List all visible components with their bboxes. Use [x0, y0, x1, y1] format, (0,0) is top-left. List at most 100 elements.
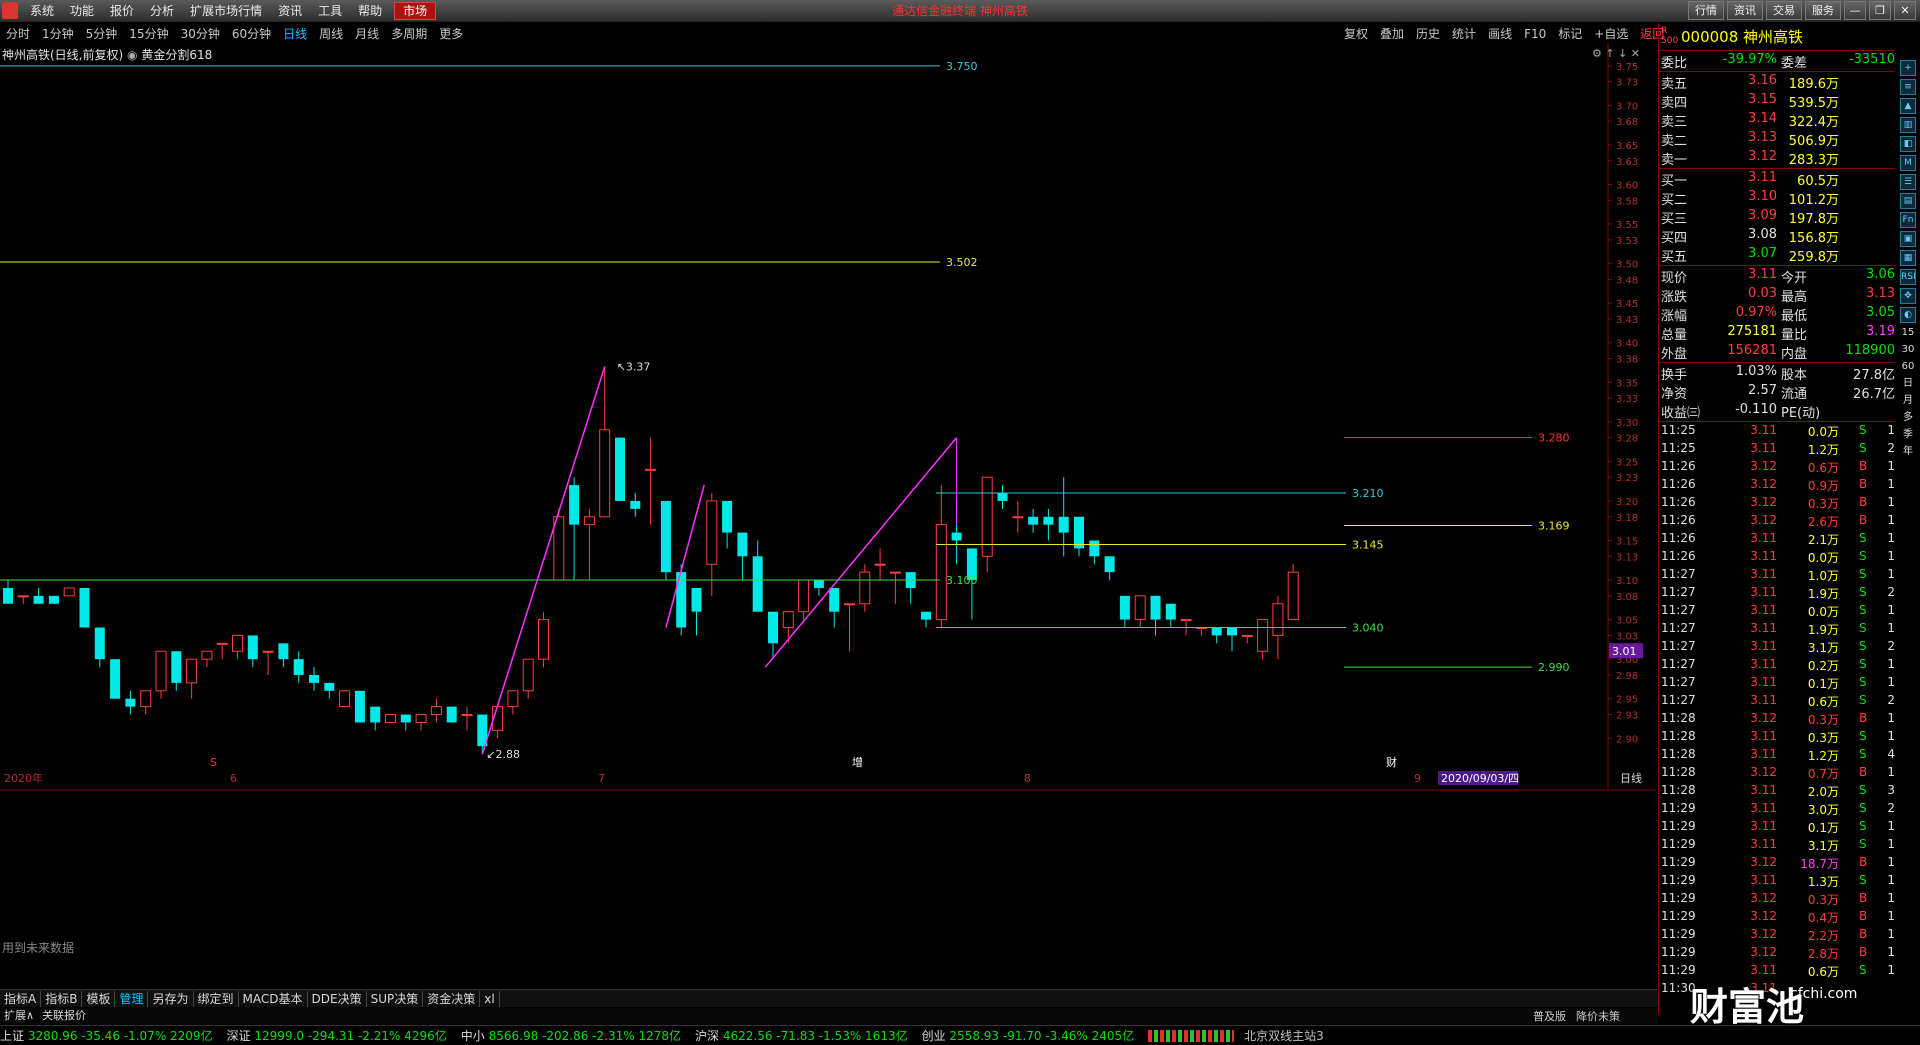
close-icon[interactable]: ✕ — [1894, 1, 1916, 20]
side-period-0[interactable]: 15 — [1898, 326, 1918, 340]
period-9[interactable]: 多周期 — [385, 24, 433, 44]
menu-item-5[interactable]: 资讯 — [270, 0, 310, 22]
index-0[interactable]: 上证 3280.96 -35.46 -1.07% 2209亿 — [0, 1027, 213, 1044]
side-period-3[interactable]: 日 — [1898, 377, 1918, 391]
restore-icon[interactable]: ❐ — [1869, 1, 1891, 20]
top-button-3[interactable]: 服务 — [1805, 1, 1841, 20]
side-icon-0[interactable]: + — [1900, 60, 1916, 76]
extension-tab-0[interactable]: 扩展∧ — [0, 1008, 38, 1024]
chart-window-controls[interactable]: ⚙ ↑ ↓ ✕ — [1592, 47, 1640, 60]
indicator-tab-1[interactable]: 指标B — [41, 990, 83, 1007]
side-period-7[interactable]: 年 — [1898, 445, 1918, 459]
candle-body-1 — [17, 595, 29, 598]
side-icon-6[interactable]: ☰ — [1900, 174, 1916, 190]
period-7[interactable]: 周线 — [313, 24, 349, 44]
top-button-0[interactable]: 行情 — [1688, 1, 1724, 20]
x-label-1: 6 — [230, 772, 237, 785]
indicator-tab-4[interactable]: 另存为 — [148, 990, 194, 1007]
side-icon-2[interactable]: ▲ — [1900, 98, 1916, 114]
period-4[interactable]: 30分钟 — [175, 24, 226, 44]
indicator-icon[interactable]: ◉ — [127, 48, 137, 62]
fib-label-7: 3.040 — [1352, 622, 1384, 635]
side-icon-3[interactable]: ▥ — [1900, 117, 1916, 133]
period-5[interactable]: 60分钟 — [226, 24, 277, 44]
indicator-tab-3[interactable]: 管理 — [115, 990, 149, 1007]
indicator-tab-10[interactable]: xl — [480, 990, 500, 1007]
menu-item-4[interactable]: 扩展市场行情 — [182, 0, 270, 22]
market-button[interactable]: 市场 — [394, 2, 437, 20]
indicator-tab-6[interactable]: MACD基本 — [239, 990, 308, 1007]
side-period-6[interactable]: 季 — [1898, 428, 1918, 442]
tick-cell: B — [1859, 945, 1868, 959]
side-icon-4[interactable]: ◧ — [1900, 136, 1916, 152]
menu-item-6[interactable]: 工具 — [310, 0, 350, 22]
period-2[interactable]: 5分钟 — [80, 24, 124, 44]
extension-link-1[interactable]: 降价未策 — [1576, 1008, 1620, 1024]
chart-tool-2[interactable]: 历史 — [1410, 25, 1446, 42]
chart-tool-6[interactable]: 标记 — [1552, 25, 1588, 42]
period-0[interactable]: 分时 — [0, 24, 36, 44]
chart-tool-7[interactable]: +自选 — [1588, 25, 1634, 42]
index-4[interactable]: 创业 2558.93 -91.70 -3.46% 2405亿 — [922, 1027, 1135, 1044]
side-period-5[interactable]: 多 — [1898, 411, 1918, 425]
index-1[interactable]: 深证 12999.0 -294.31 -2.21% 4296亿 — [227, 1027, 447, 1044]
index-value: 3280.96 -35.46 -1.07% 2209亿 — [27, 1029, 213, 1043]
event-marker-0[interactable]: S — [210, 756, 217, 769]
side-icon-11[interactable]: RSI — [1900, 269, 1916, 285]
event-marker-1[interactable]: 增 — [852, 755, 863, 769]
stock-code-name[interactable]: 000008 神州高铁 — [1681, 26, 1803, 47]
extension-link-0[interactable]: 普及版 — [1533, 1008, 1566, 1024]
indicator-tab-2[interactable]: 模板 — [82, 990, 116, 1007]
tick-cell: 2.1万 — [1807, 533, 1839, 547]
chart-tool-3[interactable]: 统计 — [1446, 25, 1482, 42]
event-marker-2[interactable]: 财 — [1386, 755, 1397, 769]
menu-item-3[interactable]: 分析 — [142, 0, 182, 22]
tick-row-1: 11:25 3.11 1.2万 S 2 — [1659, 440, 1895, 458]
tick-cell: 3.12 — [1750, 513, 1777, 527]
menu-item-2[interactable]: 报价 — [102, 0, 142, 22]
menu-item-7[interactable]: 帮助 — [350, 0, 390, 22]
kline-chart[interactable]: 3.75 3.73 3.70 3.68 3.65 3.63 3.60 3.58 3.55 3.53… — [0, 44, 1656, 988]
side-icon-1[interactable]: ≡ — [1900, 79, 1916, 95]
server-name[interactable]: 北京双线主站3 — [1244, 1027, 1324, 1044]
index-3[interactable]: 沪深 4622.56 -71.83 -1.53% 1613亿 — [695, 1027, 908, 1044]
extension-tab-1[interactable]: 关联报价 — [38, 1008, 90, 1024]
index-2[interactable]: 中小 8566.98 -202.86 -2.31% 1278亿 — [461, 1027, 681, 1044]
side-period-1[interactable]: 30 — [1898, 343, 1918, 357]
side-icon-13[interactable]: ◐ — [1900, 307, 1916, 323]
period-3[interactable]: 15分钟 — [123, 24, 174, 44]
period-8[interactable]: 月线 — [349, 24, 385, 44]
chart-tool-1[interactable]: 叠加 — [1374, 25, 1410, 42]
side-period-4[interactable]: 月 — [1898, 394, 1918, 408]
stat-row-5-cell: 股本 — [1781, 368, 1808, 383]
period-10[interactable]: 更多 — [433, 24, 469, 44]
indicator-tab-5[interactable]: 绑定到 — [194, 990, 239, 1007]
stat-row-3-cell: 275181 — [1727, 324, 1777, 339]
side-icon-8[interactable]: Fn — [1900, 212, 1916, 228]
tick-cell: 2 — [1887, 693, 1895, 707]
menu-item-1[interactable]: 功能 — [62, 0, 102, 22]
menu-item-0[interactable]: 系统 — [22, 0, 62, 22]
side-icon-5[interactable]: M — [1900, 155, 1916, 171]
side-icon-12[interactable]: ✥ — [1900, 288, 1916, 304]
tick-cell: 11:26 — [1661, 513, 1696, 527]
period-6[interactable]: 日线 — [277, 24, 313, 44]
stat-row-6-cell: 2.57 — [1748, 383, 1777, 398]
chart-tool-0[interactable]: 复权 — [1338, 25, 1374, 42]
period-1[interactable]: 1分钟 — [36, 24, 80, 44]
side-icon-7[interactable]: ▤ — [1900, 193, 1916, 209]
top-button-1[interactable]: 资讯 — [1727, 1, 1763, 20]
tick-cell: 0.6万 — [1807, 461, 1839, 475]
indicator-tab-7[interactable]: DDE决策 — [308, 990, 367, 1007]
indicator-name[interactable]: 黄金分割618 — [141, 48, 212, 62]
side-icon-9[interactable]: ▣ — [1900, 231, 1916, 247]
indicator-tab-8[interactable]: SUP决策 — [367, 990, 424, 1007]
top-button-2[interactable]: 交易 — [1766, 1, 1802, 20]
chart-tool-4[interactable]: 画线 — [1482, 25, 1518, 42]
side-icon-10[interactable]: ▦ — [1900, 250, 1916, 266]
side-period-2[interactable]: 60 — [1898, 360, 1918, 374]
indicator-tab-0[interactable]: 指标A — [0, 990, 42, 1007]
minimize-icon[interactable]: — — [1844, 1, 1866, 20]
chart-tool-5[interactable]: F10 — [1518, 27, 1552, 41]
indicator-tab-9[interactable]: 资金决策 — [423, 990, 481, 1007]
